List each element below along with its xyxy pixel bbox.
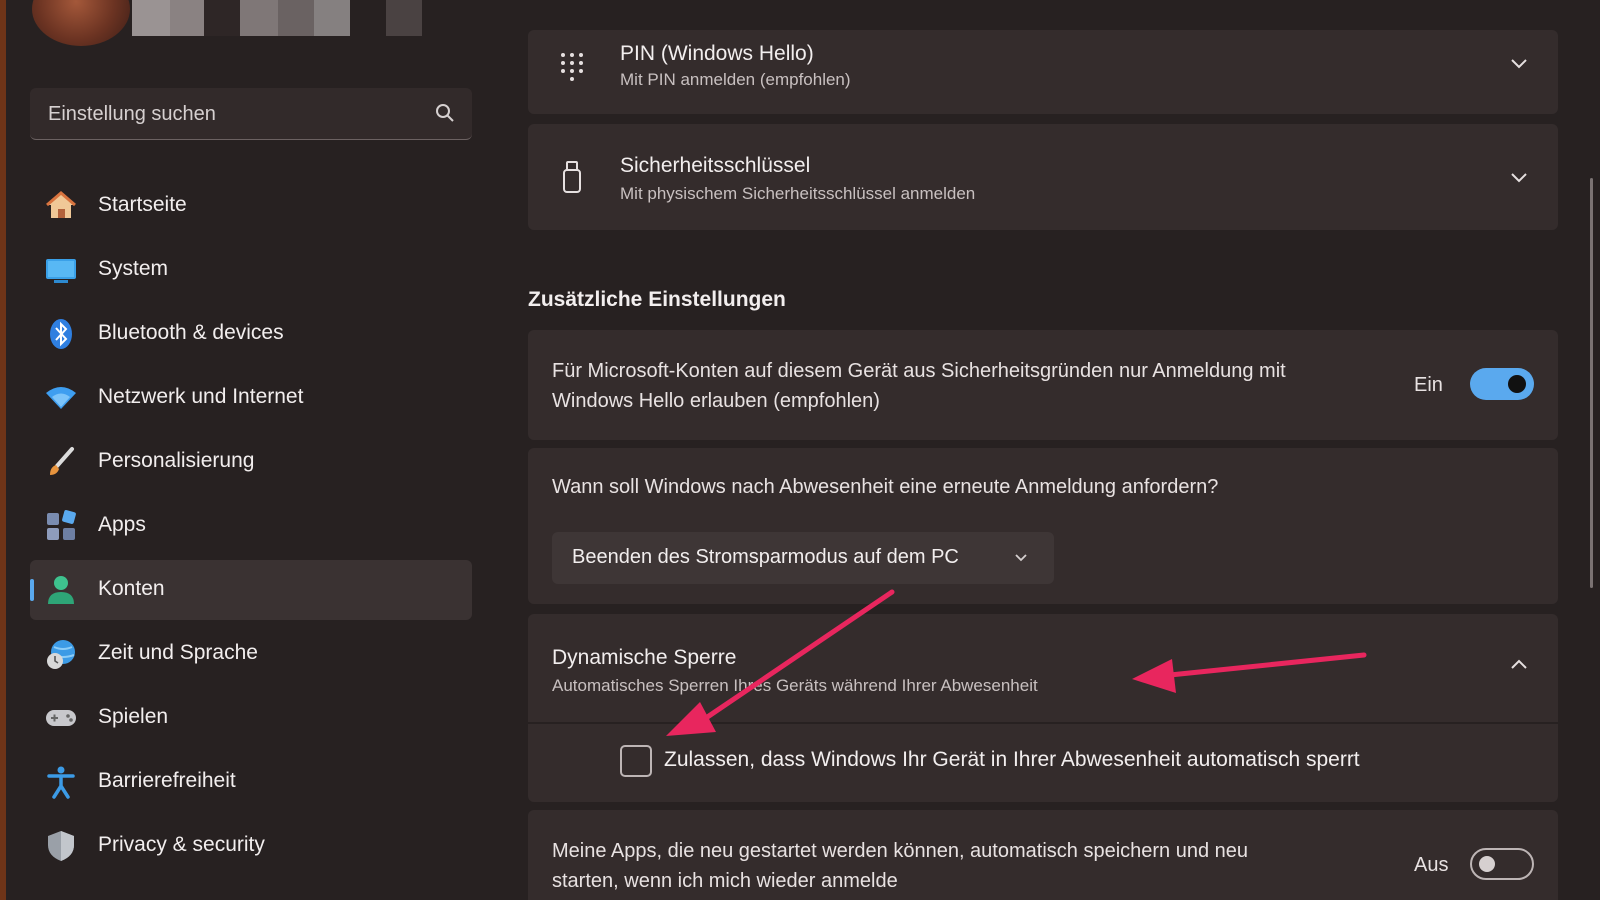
pin-subtitle: Mit PIN anmelden (empfohlen) — [620, 70, 851, 89]
restart-apps-toggle[interactable] — [1470, 848, 1534, 880]
settings-search[interactable]: Einstellung suchen — [30, 88, 472, 140]
sidebar-item-netzwerk[interactable]: Netzwerk und Internet — [30, 368, 472, 428]
restart-apps-text-line2: starten, wenn ich mich wieder anmelde — [552, 870, 898, 892]
chevron-down-icon[interactable] — [1508, 52, 1530, 74]
chevron-up-icon[interactable] — [1508, 654, 1530, 676]
sidebar-item-privacy[interactable]: Privacy & security — [30, 816, 472, 876]
sidebar-item-label: Konten — [98, 577, 165, 600]
brush-icon — [44, 445, 78, 479]
sidebar-item-startseite[interactable]: Startseite — [30, 176, 472, 236]
person-icon — [44, 573, 78, 607]
sidebar-item-label: Spielen — [98, 705, 169, 728]
sidebar-item-label: Netzwerk und Internet — [98, 385, 304, 408]
toggle-state-label: Aus — [1414, 854, 1449, 876]
wifi-icon — [44, 381, 78, 415]
sidebar-item-apps[interactable]: Apps — [30, 496, 472, 556]
toggle-knob — [1479, 856, 1495, 872]
home-icon — [44, 189, 78, 223]
bluetooth-icon — [44, 317, 78, 351]
usb-key-icon — [558, 160, 586, 199]
hello-only-text-line1: Für Microsoft-Konten auf diesem Gerät au… — [552, 360, 1286, 382]
security-key-card[interactable]: Sicherheitsschlüssel Mit physischem Sich… — [528, 124, 1558, 230]
main-content: PIN (Windows Hello) Mit PIN anmelden (em… — [528, 0, 1558, 900]
keypad-icon — [558, 50, 586, 89]
dynamic-lock-checkbox-label[interactable]: Zulassen, dass Windows Ihr Gerät in Ihre… — [664, 748, 1360, 772]
section-title: Zusätzliche Einstellungen — [528, 288, 786, 311]
sidebar-item-label: System — [98, 257, 169, 280]
sidebar-nav: Startseite System Bluetooth & devices Ne… — [30, 176, 472, 880]
monitor-icon — [44, 253, 78, 287]
dynamic-lock-header[interactable]: Dynamische Sperre Automatisches Sperren … — [528, 614, 1558, 722]
sidebar-item-system[interactable]: System — [30, 240, 472, 300]
pin-card[interactable]: PIN (Windows Hello) Mit PIN anmelden (em… — [528, 30, 1558, 114]
sidebar: Einstellung suchen Startseite System Blu… — [6, 0, 496, 900]
gamepad-icon — [44, 701, 78, 735]
sidebar-item-label: Zeit und Sprache — [98, 641, 258, 664]
sidebar-item-personalisierung[interactable]: Personalisierung — [30, 432, 472, 492]
dynamic-lock-title: Dynamische Sperre — [552, 646, 737, 669]
security-key-subtitle: Mit physischem Sicherheitsschlüssel anme… — [620, 184, 976, 203]
search-icon[interactable] — [434, 102, 456, 124]
sidebar-item-bluetooth[interactable]: Bluetooth & devices — [30, 304, 472, 364]
hello-only-card: Für Microsoft-Konten auf diesem Gerät au… — [528, 330, 1558, 440]
relogin-question: Wann soll Windows nach Abwesenheit eine … — [552, 476, 1219, 498]
sidebar-item-label: Personalisierung — [98, 449, 255, 472]
pin-title: PIN (Windows Hello) — [620, 42, 814, 65]
hello-only-toggle[interactable] — [1470, 368, 1534, 400]
toggle-knob — [1508, 375, 1526, 393]
dynamic-lock-subtitle: Automatisches Sperren Ihres Geräts währe… — [552, 676, 1038, 695]
globe-clock-icon — [44, 637, 78, 671]
sidebar-item-label: Apps — [98, 513, 146, 536]
apps-icon — [44, 509, 78, 543]
sidebar-item-konten[interactable]: Konten — [30, 560, 472, 620]
hello-only-text-line2: Windows Hello erlauben (empfohlen) — [552, 390, 880, 412]
search-input[interactable]: Einstellung suchen — [48, 103, 216, 126]
avatar — [32, 0, 130, 46]
sidebar-item-spielen[interactable]: Spielen — [30, 688, 472, 748]
sidebar-item-label: Barrierefreiheit — [98, 769, 236, 792]
sidebar-item-zeit-und-sprache[interactable]: Zeit und Sprache — [30, 624, 472, 684]
scrollbar[interactable] — [1590, 178, 1593, 588]
sidebar-item-label: Bluetooth & devices — [98, 321, 284, 344]
chevron-down-icon[interactable] — [1508, 166, 1530, 188]
sidebar-item-label: Startseite — [98, 193, 187, 216]
shield-icon — [44, 829, 78, 863]
chevron-down-icon — [1012, 548, 1030, 571]
blurred-username — [132, 0, 422, 36]
sidebar-item-barrierefreiheit[interactable]: Barrierefreiheit — [30, 752, 472, 812]
dynamic-lock-checkbox[interactable] — [620, 745, 652, 777]
restart-apps-text-line1: Meine Apps, die neu gestartet werden kön… — [552, 840, 1249, 862]
restart-apps-card: Meine Apps, die neu gestartet werden kön… — [528, 810, 1558, 900]
security-key-title: Sicherheitsschlüssel — [620, 154, 811, 177]
relogin-dropdown[interactable]: Beenden des Stromsparmodus auf dem PC — [552, 532, 1054, 584]
user-profile[interactable] — [32, 0, 452, 46]
relogin-selected-option: Beenden des Stromsparmodus auf dem PC — [572, 546, 959, 568]
sidebar-item-label: Privacy & security — [98, 833, 265, 856]
toggle-state-label: Ein — [1414, 374, 1443, 396]
accessibility-icon — [44, 765, 78, 799]
